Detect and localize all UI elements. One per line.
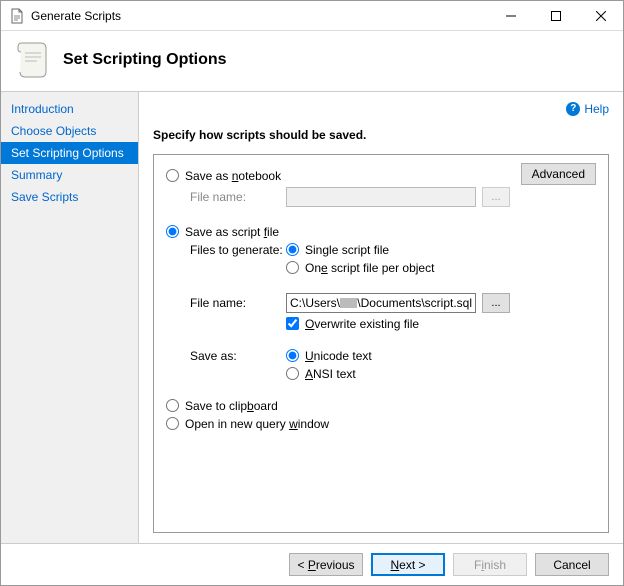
finish-button: Finish bbox=[453, 553, 527, 576]
script-file-input[interactable]: C:\Users\\Documents\script.sql bbox=[286, 293, 476, 313]
save-as-label: Save as: bbox=[190, 349, 286, 363]
save-script-radio[interactable] bbox=[166, 225, 179, 238]
sidebar-item-set-scripting-options[interactable]: Set Scripting Options bbox=[1, 142, 138, 164]
maximize-button[interactable] bbox=[533, 1, 578, 31]
new-query-label: Open in new query window bbox=[185, 417, 329, 431]
single-file-radio[interactable] bbox=[286, 243, 299, 256]
previous-button[interactable]: < Previous bbox=[289, 553, 363, 576]
sidebar-item-introduction[interactable]: Introduction bbox=[1, 98, 138, 120]
minimize-button[interactable] bbox=[488, 1, 533, 31]
page-header: Set Scripting Options bbox=[1, 31, 623, 92]
save-script-label: Save as script file bbox=[185, 225, 279, 239]
save-notebook-radio[interactable] bbox=[166, 169, 179, 182]
unicode-label: Unicode text bbox=[305, 349, 372, 363]
notebook-file-input bbox=[286, 187, 476, 207]
window-title: Generate Scripts bbox=[31, 9, 488, 23]
ansi-radio[interactable] bbox=[286, 367, 299, 380]
script-browse-button[interactable]: ... bbox=[482, 293, 510, 313]
notebook-browse-button: ... bbox=[482, 187, 510, 207]
wizard-footer: < Previous Next > Finish Cancel bbox=[1, 543, 623, 585]
overwrite-label: Overwrite existing file bbox=[305, 317, 419, 331]
instruction-text: Specify how scripts should be saved. bbox=[153, 128, 609, 142]
notebook-file-label: File name: bbox=[190, 190, 286, 204]
main-panel: ? Help Specify how scripts should be sav… bbox=[139, 92, 623, 543]
save-notebook-label: Save as notebook bbox=[185, 169, 281, 183]
redacted-username bbox=[340, 298, 357, 308]
unicode-radio[interactable] bbox=[286, 349, 299, 362]
wizard-sidebar: Introduction Choose Objects Set Scriptin… bbox=[1, 92, 139, 543]
sidebar-item-summary[interactable]: Summary bbox=[1, 164, 138, 186]
ansi-label: ANSI text bbox=[305, 367, 356, 381]
cancel-button[interactable]: Cancel bbox=[535, 553, 609, 576]
files-to-generate-label: Files to generate: bbox=[190, 243, 286, 257]
per-object-label: One script file per object bbox=[305, 261, 434, 275]
sidebar-item-choose-objects[interactable]: Choose Objects bbox=[1, 120, 138, 142]
app-icon bbox=[9, 8, 25, 24]
help-icon: ? bbox=[566, 102, 580, 116]
next-button[interactable]: Next > bbox=[371, 553, 445, 576]
overwrite-checkbox[interactable] bbox=[286, 317, 299, 330]
sidebar-item-save-scripts[interactable]: Save Scripts bbox=[1, 186, 138, 208]
new-query-radio[interactable] bbox=[166, 417, 179, 430]
script-icon bbox=[15, 39, 53, 81]
titlebar: Generate Scripts bbox=[1, 1, 623, 31]
per-object-radio[interactable] bbox=[286, 261, 299, 274]
single-file-label: Single script file bbox=[305, 243, 389, 257]
options-group: Advanced Save as notebook File name: ...… bbox=[153, 154, 609, 534]
clipboard-label: Save to clipboard bbox=[185, 399, 278, 413]
advanced-button[interactable]: Advanced bbox=[521, 163, 596, 185]
page-title: Set Scripting Options bbox=[63, 51, 227, 69]
help-link[interactable]: ? Help bbox=[566, 102, 609, 116]
close-button[interactable] bbox=[578, 1, 623, 31]
help-label: Help bbox=[584, 102, 609, 116]
script-file-label: File name: bbox=[190, 296, 286, 310]
clipboard-radio[interactable] bbox=[166, 399, 179, 412]
